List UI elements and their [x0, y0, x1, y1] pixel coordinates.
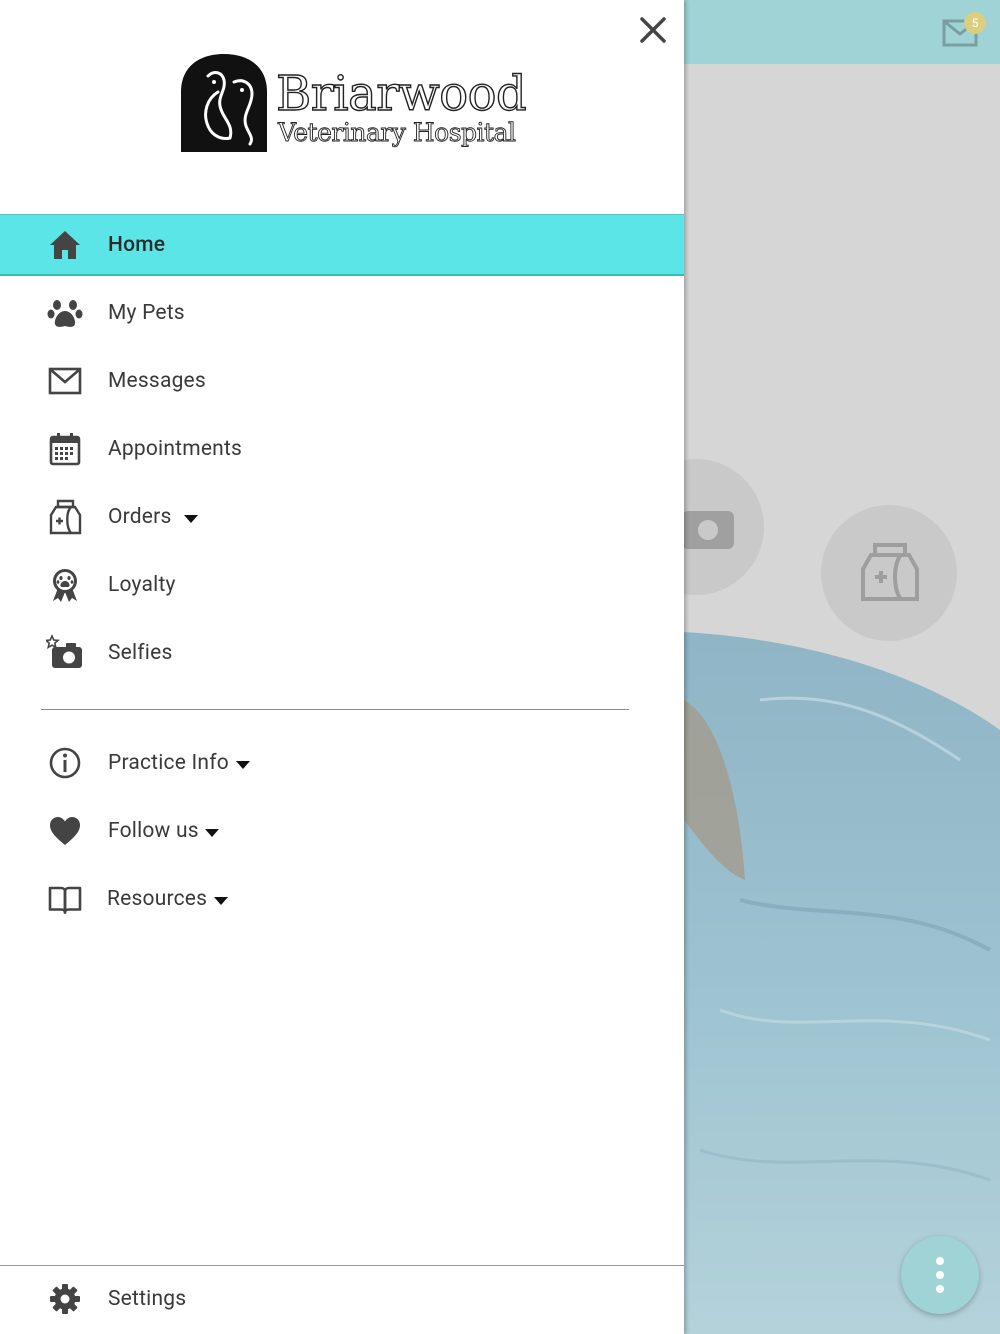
menu-item-my-pets[interactable]: My Pets — [0, 282, 684, 344]
book-icon — [46, 880, 84, 918]
menu-item-label: My Pets — [108, 301, 185, 325]
logo-emblem-icon — [181, 54, 267, 152]
logo-title: Briarwood — [275, 66, 527, 122]
caret-down-icon — [235, 760, 250, 769]
home-icon — [46, 226, 84, 264]
menu-item-home[interactable]: Home — [0, 214, 684, 276]
menu-item-practice-info[interactable]: Practice Info — [0, 732, 684, 794]
menu-item-resources[interactable]: Resources — [0, 868, 684, 930]
calendar-icon — [46, 430, 84, 468]
info-icon — [46, 744, 84, 782]
menu-item-selfies[interactable]: Selfies — [0, 622, 684, 684]
menu-item-label: Messages — [108, 369, 206, 393]
menu-item-label: Practice Info — [108, 751, 250, 775]
close-icon[interactable] — [633, 10, 673, 50]
footer-divider — [0, 1265, 684, 1266]
menu-item-appointments[interactable]: Appointments — [0, 418, 684, 480]
briarwood-logo: Briarwood Veterinary Hospital — [178, 52, 527, 156]
mail-icon — [46, 362, 84, 400]
gear-icon — [46, 1280, 84, 1318]
menu-item-label: Selfies — [108, 641, 173, 665]
camera-star-icon — [46, 634, 84, 672]
menu-item-messages[interactable]: Messages — [0, 350, 684, 412]
caret-down-icon — [183, 514, 198, 523]
more-options-button[interactable] — [901, 1236, 979, 1314]
menu-item-orders[interactable]: Orders — [0, 486, 684, 548]
navigation-drawer: Briarwood Veterinary Hospital Home My Pe… — [0, 0, 684, 1334]
heart-icon — [46, 812, 84, 850]
menu-divider — [41, 709, 629, 710]
menu-item-label: Resources — [107, 887, 229, 911]
menu-item-label: Follow us — [108, 819, 219, 843]
menu-item-loyalty[interactable]: Loyalty — [0, 554, 684, 616]
menu-item-label: Home — [108, 232, 166, 257]
menu-item-label: Loyalty — [108, 573, 176, 597]
caret-down-icon — [204, 828, 219, 837]
menu-item-settings[interactable]: Settings — [0, 1267, 684, 1331]
menu-item-label: Settings — [108, 1287, 187, 1311]
menu-item-follow-us[interactable]: Follow us — [0, 800, 684, 862]
menu-item-label: Orders — [108, 505, 198, 529]
logo-subtitle: Veterinary Hospital — [278, 118, 517, 147]
paw-icon — [46, 294, 84, 332]
caret-down-icon — [214, 896, 229, 905]
award-ribbon-icon — [46, 566, 84, 604]
medicine-bag-icon — [46, 498, 84, 536]
menu-item-label: Appointments — [108, 437, 243, 461]
